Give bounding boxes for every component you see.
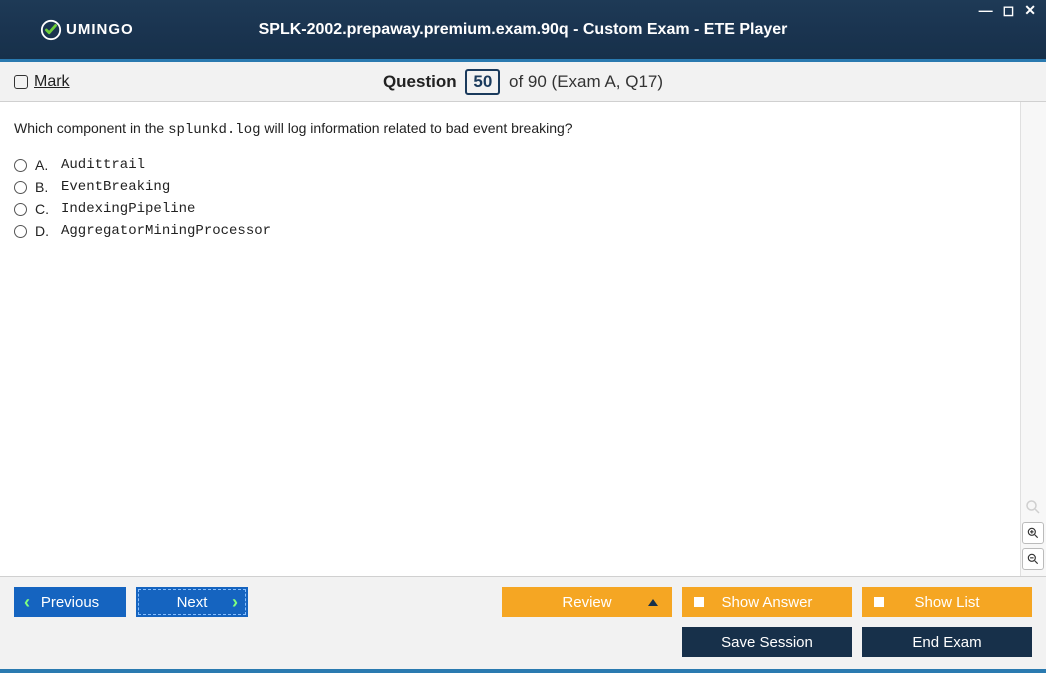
zoom-tools — [1022, 496, 1044, 570]
end-exam-button[interactable]: End Exam — [862, 627, 1032, 657]
bottom-accent-line — [0, 669, 1046, 673]
question-word: Question — [383, 72, 457, 91]
button-row-1: Previous Next Review Show Answer Show Li… — [14, 587, 1032, 617]
previous-button[interactable]: Previous — [14, 587, 126, 617]
question-text-before: Which component in the — [14, 120, 168, 136]
option-b[interactable]: B. EventBreaking — [14, 179, 1006, 195]
footer-toolbar: Previous Next Review Show Answer Show Li… — [0, 576, 1046, 669]
option-value: EventBreaking — [61, 179, 170, 195]
save-session-button[interactable]: Save Session — [682, 627, 852, 657]
option-a[interactable]: A. Audittrail — [14, 157, 1006, 173]
question-text: Which component in the splunkd.log will … — [14, 118, 1006, 141]
option-letter: C. — [35, 201, 53, 217]
options-list: A. Audittrail B. EventBreaking C. Indexi… — [14, 157, 1006, 239]
show-answer-button[interactable]: Show Answer — [682, 587, 852, 617]
content-wrap: Which component in the splunkd.log will … — [0, 102, 1046, 576]
radio-icon[interactable] — [14, 203, 27, 216]
option-letter: A. — [35, 157, 53, 173]
mark-control[interactable]: Mark — [14, 73, 70, 91]
option-value: AggregatorMiningProcessor — [61, 223, 271, 239]
question-number: 50 — [465, 69, 500, 95]
option-value: IndexingPipeline — [61, 201, 195, 217]
stop-icon — [874, 597, 884, 607]
radio-icon[interactable] — [14, 225, 27, 238]
option-c[interactable]: C. IndexingPipeline — [14, 201, 1006, 217]
zoom-out-button[interactable] — [1022, 548, 1044, 570]
maximize-button[interactable]: ◻ — [1001, 2, 1017, 19]
radio-icon[interactable] — [14, 159, 27, 172]
close-button[interactable]: ✕ — [1022, 2, 1038, 19]
option-value: Audittrail — [61, 157, 145, 173]
question-number-display: Question 50 of 90 (Exam A, Q17) — [0, 69, 1046, 95]
review-button[interactable]: Review — [502, 587, 672, 617]
app-window: UMINGO SPLK-2002.prepaway.premium.exam.9… — [0, 0, 1046, 673]
option-d[interactable]: D. AggregatorMiningProcessor — [14, 223, 1006, 239]
zoom-in-button[interactable] — [1022, 522, 1044, 544]
window-title: SPLK-2002.prepaway.premium.exam.90q - Cu… — [0, 21, 1046, 39]
radio-icon[interactable] — [14, 181, 27, 194]
scroll-column — [1020, 102, 1046, 576]
minimize-button[interactable]: — — [977, 2, 995, 19]
button-row-2: Save Session End Exam — [14, 627, 1032, 657]
question-header: Mark Question 50 of 90 (Exam A, Q17) — [0, 62, 1046, 102]
question-text-after: will log information related to bad even… — [261, 120, 573, 136]
next-button[interactable]: Next — [136, 587, 248, 617]
search-icon[interactable] — [1022, 496, 1044, 518]
question-of-text: of 90 (Exam A, Q17) — [509, 72, 663, 91]
show-list-button[interactable]: Show List — [862, 587, 1032, 617]
mark-label[interactable]: Mark — [34, 73, 70, 91]
title-bar: UMINGO SPLK-2002.prepaway.premium.exam.9… — [0, 0, 1046, 62]
show-answer-label: Show Answer — [722, 594, 813, 611]
option-letter: B. — [35, 179, 53, 195]
question-code: splunkd.log — [168, 122, 260, 138]
question-content: Which component in the splunkd.log will … — [0, 102, 1020, 576]
stop-icon — [694, 597, 704, 607]
option-letter: D. — [35, 223, 53, 239]
show-list-label: Show List — [914, 594, 979, 611]
window-controls: — ◻ ✕ — [977, 2, 1038, 19]
mark-checkbox[interactable] — [14, 75, 28, 89]
